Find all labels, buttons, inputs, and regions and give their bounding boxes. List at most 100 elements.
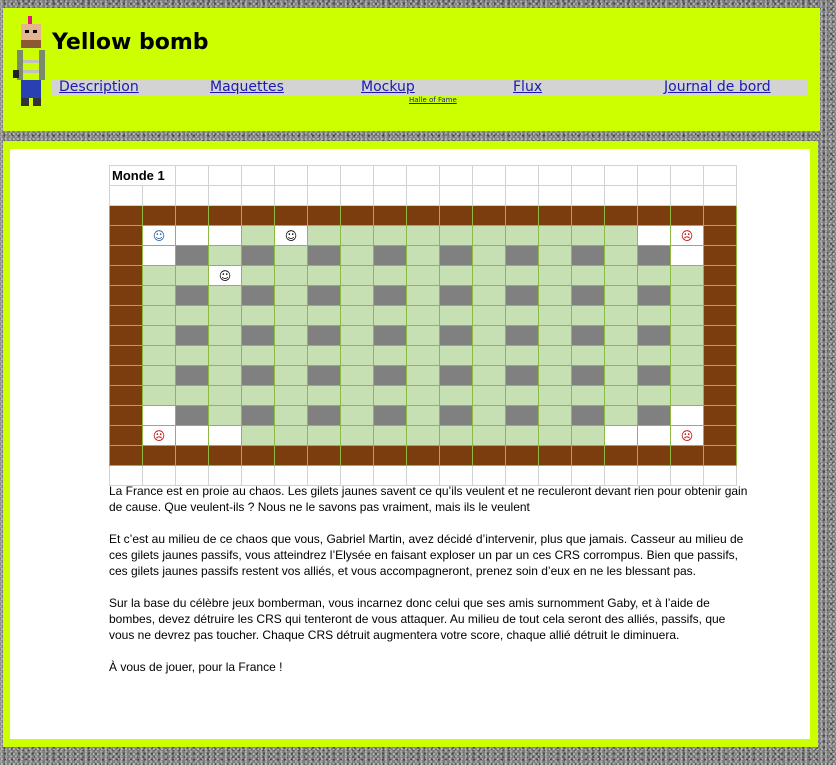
block-cell [637, 325, 671, 346]
floor-cell [406, 225, 440, 246]
floor-cell [538, 265, 572, 286]
block-cell [373, 325, 407, 346]
blank-cell [307, 185, 341, 206]
blank-cell [670, 185, 704, 206]
floor-cell [274, 285, 308, 306]
block-cell [439, 365, 473, 386]
floor-cell [472, 305, 506, 326]
nav-link-flux[interactable]: Flux [513, 79, 542, 96]
floor-cell [604, 385, 638, 406]
floor-cell [340, 405, 374, 426]
map-row [109, 285, 737, 306]
block-cell [505, 245, 539, 266]
empty-cell: ☺ [208, 265, 242, 286]
wall-cell [406, 445, 440, 466]
site-header: Yellow bomb Description Maquettes Mockup… [3, 8, 820, 131]
blank-cell [538, 165, 572, 186]
block-cell [307, 325, 341, 346]
wall-cell [670, 205, 704, 226]
floor-cell [142, 265, 176, 286]
floor-cell [307, 425, 341, 446]
blank-cell [505, 185, 539, 206]
floor-cell [538, 365, 572, 386]
wall-cell [109, 345, 143, 366]
block-cell [373, 365, 407, 386]
map-row [109, 205, 737, 226]
blank-cell [142, 185, 176, 206]
block-cell [505, 325, 539, 346]
floor-cell [505, 265, 539, 286]
wall-cell [472, 445, 506, 466]
wall-cell [703, 325, 737, 346]
blank-cell [340, 185, 374, 206]
wall-cell [109, 445, 143, 466]
block-cell [505, 285, 539, 306]
block-cell [175, 285, 209, 306]
wall-cell [604, 445, 638, 466]
wall-cell [604, 205, 638, 226]
floor-cell [175, 345, 209, 366]
block-cell [571, 245, 605, 266]
floor-cell [571, 385, 605, 406]
empty-cell [208, 425, 242, 446]
map-row [109, 245, 737, 266]
wall-cell [109, 385, 143, 406]
nav-link-journal-de-bord[interactable]: Journal de bord [664, 79, 771, 96]
floor-cell [406, 405, 440, 426]
floor-cell [670, 345, 704, 366]
crs-frown-icon: ☹ [680, 228, 694, 243]
wall-cell [241, 445, 275, 466]
floor-cell [373, 305, 407, 326]
block-cell [505, 365, 539, 386]
floor-cell [274, 265, 308, 286]
wall-cell [142, 205, 176, 226]
block-cell [439, 245, 473, 266]
empty-cell: ☹ [670, 225, 704, 246]
blank-cell [307, 165, 341, 186]
block-cell [307, 285, 341, 306]
block-cell [373, 245, 407, 266]
empty-cell [142, 405, 176, 426]
floor-cell [604, 245, 638, 266]
floor-cell [274, 325, 308, 346]
floor-cell [340, 345, 374, 366]
floor-cell [208, 365, 242, 386]
floor-cell [505, 305, 539, 326]
floor-cell [538, 325, 572, 346]
blank-cell [604, 185, 638, 206]
blank-cell [703, 165, 737, 186]
floor-cell [406, 425, 440, 446]
wall-cell [175, 445, 209, 466]
wall-cell [703, 305, 737, 326]
wall-cell [109, 405, 143, 426]
wall-cell [274, 445, 308, 466]
floor-cell [241, 385, 275, 406]
blank-cell [109, 185, 143, 206]
nav-link-maquettes[interactable]: Maquettes [210, 79, 284, 96]
floor-cell [571, 425, 605, 446]
blank-cell [340, 165, 374, 186]
floor-cell [373, 225, 407, 246]
block-cell [505, 405, 539, 426]
nav-link-description[interactable]: Description [59, 79, 139, 96]
block-cell [571, 325, 605, 346]
wall-cell [340, 445, 374, 466]
floor-cell [406, 285, 440, 306]
floor-cell [274, 385, 308, 406]
wall-cell [406, 205, 440, 226]
block-cell [373, 405, 407, 426]
site-title: Yellow bomb [52, 30, 209, 55]
hall-of-fame-link[interactable]: Halle of Fame [409, 96, 457, 104]
floor-cell [604, 325, 638, 346]
floor-cell [208, 325, 242, 346]
nav-link-mockup[interactable]: Mockup [361, 79, 415, 96]
floor-cell [637, 345, 671, 366]
floor-cell [175, 385, 209, 406]
wall-cell [703, 365, 737, 386]
blank-cell [274, 185, 308, 206]
floor-cell [439, 265, 473, 286]
floor-cell [373, 425, 407, 446]
map-row [109, 445, 737, 466]
empty-cell [604, 425, 638, 446]
block-cell [241, 365, 275, 386]
